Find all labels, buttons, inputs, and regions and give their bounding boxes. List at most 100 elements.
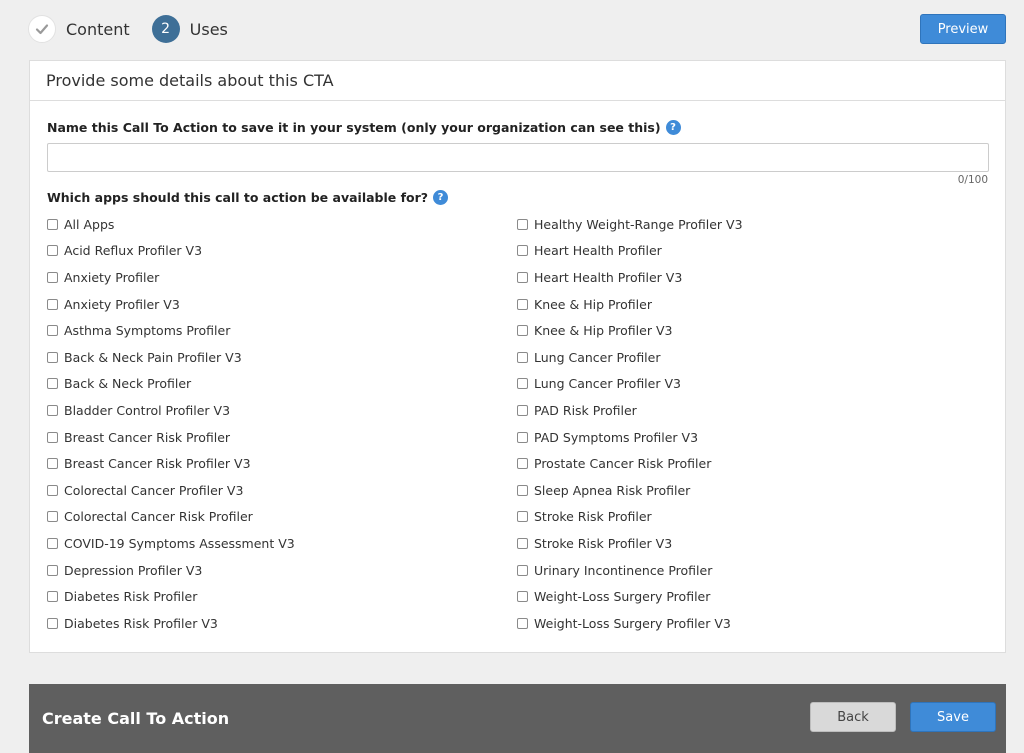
save-button[interactable]: Save	[910, 702, 996, 732]
app-checkbox[interactable]	[47, 245, 58, 257]
app-checkbox[interactable]	[47, 511, 58, 523]
app-checkbox[interactable]	[517, 271, 528, 283]
app-option[interactable]: Heart Health Profiler V3	[517, 264, 987, 291]
step-uses[interactable]: 2 Uses	[151, 15, 228, 43]
app-option[interactable]: Colorectal Cancer Risk Profiler	[47, 504, 517, 531]
app-checkbox[interactable]	[517, 591, 528, 603]
card-title: Provide some details about this CTA	[30, 61, 1005, 101]
app-option[interactable]: All Apps	[47, 211, 517, 238]
app-option[interactable]: Heart Health Profiler	[517, 238, 987, 265]
char-counter: 0/100	[957, 174, 988, 186]
app-option[interactable]: Breast Cancer Risk Profiler V3	[47, 450, 517, 477]
help-icon[interactable]: ?	[433, 190, 449, 205]
app-option[interactable]: Stroke Risk Profiler	[517, 504, 987, 531]
app-option-label: Heart Health Profiler V3	[534, 269, 683, 285]
app-option-label: Stroke Risk Profiler	[534, 509, 652, 525]
app-option[interactable]: Knee & Hip Profiler V3	[517, 317, 987, 344]
app-option-label: COVID-19 Symptoms Assessment V3	[64, 535, 295, 551]
app-checkbox[interactable]	[517, 325, 528, 337]
app-checkbox[interactable]	[517, 511, 528, 523]
app-option[interactable]: Colorectal Cancer Profiler V3	[47, 477, 517, 504]
help-icon[interactable]: ?	[665, 120, 681, 135]
app-checkbox[interactable]	[47, 325, 58, 337]
app-checkbox[interactable]	[47, 378, 58, 390]
name-field-label: Name this Call To Action to save it in y…	[47, 120, 681, 135]
app-option[interactable]: Diabetes Risk Profiler V3	[47, 610, 517, 637]
app-option-label: Knee & Hip Profiler V3	[534, 323, 673, 339]
app-option-label: Asthma Symptoms Profiler	[64, 323, 231, 339]
app-option[interactable]: Lung Cancer Profiler V3	[517, 371, 987, 398]
app-option[interactable]: Lung Cancer Profiler	[517, 344, 987, 371]
app-option-label: Sleep Apnea Risk Profiler	[534, 482, 691, 498]
app-option-label: Back & Neck Pain Profiler V3	[64, 349, 242, 365]
app-checkbox[interactable]	[47, 564, 58, 576]
app-option-label: Urinary Incontinence Profiler	[534, 562, 713, 578]
app-checkbox[interactable]	[517, 617, 528, 629]
app-checkbox[interactable]	[517, 431, 528, 443]
app-option[interactable]: Anxiety Profiler V3	[47, 291, 517, 318]
app-checkbox[interactable]	[517, 458, 528, 470]
app-checkbox[interactable]	[517, 484, 528, 496]
app-option-label: PAD Risk Profiler	[534, 402, 637, 418]
app-checkbox[interactable]	[517, 298, 528, 310]
checkmark-icon	[35, 24, 49, 35]
apps-field-label-text: Which apps should this call to action be…	[47, 190, 429, 205]
app-option[interactable]: Diabetes Risk Profiler	[47, 583, 517, 610]
app-option[interactable]: PAD Risk Profiler	[517, 397, 987, 424]
app-option[interactable]: Back & Neck Pain Profiler V3	[47, 344, 517, 371]
app-option-label: All Apps	[64, 216, 115, 232]
app-option[interactable]: Weight-Loss Surgery Profiler	[517, 583, 987, 610]
app-option[interactable]: Bladder Control Profiler V3	[47, 397, 517, 424]
app-checkbox[interactable]	[47, 617, 58, 629]
app-checkbox[interactable]	[517, 564, 528, 576]
app-checkbox[interactable]	[47, 591, 58, 603]
app-option[interactable]: Back & Neck Profiler	[47, 371, 517, 398]
app-option[interactable]: Urinary Incontinence Profiler	[517, 557, 987, 584]
app-option[interactable]: Weight-Loss Surgery Profiler V3	[517, 610, 987, 637]
app-option-label: Stroke Risk Profiler V3	[534, 535, 673, 551]
app-checkbox[interactable]	[47, 218, 58, 230]
app-option[interactable]: Prostate Cancer Risk Profiler	[517, 450, 987, 477]
app-checkbox[interactable]	[517, 245, 528, 257]
app-checkbox[interactable]	[517, 218, 528, 230]
app-option-label: Knee & Hip Profiler	[534, 296, 652, 312]
footer-title: Create Call To Action	[42, 709, 230, 728]
step-label: Content	[66, 19, 130, 39]
app-option[interactable]: Knee & Hip Profiler	[517, 291, 987, 318]
apps-field-label: Which apps should this call to action be…	[47, 190, 449, 205]
app-option[interactable]: Breast Cancer Risk Profiler	[47, 424, 517, 451]
app-checkbox[interactable]	[47, 458, 58, 470]
details-card: Provide some details about this CTA Name…	[29, 60, 1006, 653]
app-checkbox[interactable]	[517, 378, 528, 390]
app-checkbox[interactable]	[47, 537, 58, 549]
step-label: Uses	[189, 19, 228, 39]
app-option-label: Diabetes Risk Profiler	[64, 589, 198, 605]
app-option-label: Heart Health Profiler	[534, 243, 662, 259]
app-checkbox[interactable]	[517, 351, 528, 363]
app-option[interactable]: Acid Reflux Profiler V3	[47, 238, 517, 265]
app-checkbox[interactable]	[47, 351, 58, 363]
app-option[interactable]: Sleep Apnea Risk Profiler	[517, 477, 987, 504]
app-option-label: Weight-Loss Surgery Profiler	[534, 589, 711, 605]
apps-column-left: All Apps Acid Reflux Profiler V3 Anxiety P…	[47, 211, 517, 637]
preview-button[interactable]: Preview	[920, 14, 1006, 44]
app-checkbox[interactable]	[47, 404, 58, 416]
app-option[interactable]: Healthy Weight-Range Profiler V3	[517, 211, 987, 238]
app-checkbox[interactable]	[517, 404, 528, 416]
app-checkbox[interactable]	[47, 298, 58, 310]
app-checkbox[interactable]	[47, 271, 58, 283]
app-checkbox[interactable]	[47, 431, 58, 443]
app-option[interactable]: Asthma Symptoms Profiler	[47, 317, 517, 344]
app-checkbox[interactable]	[517, 537, 528, 549]
app-option[interactable]: Anxiety Profiler	[47, 264, 517, 291]
app-option[interactable]: PAD Symptoms Profiler V3	[517, 424, 987, 451]
app-option[interactable]: Stroke Risk Profiler V3	[517, 530, 987, 557]
app-option[interactable]: COVID-19 Symptoms Assessment V3	[47, 530, 517, 557]
app-option[interactable]: Depression Profiler V3	[47, 557, 517, 584]
app-checkbox[interactable]	[47, 484, 58, 496]
back-button[interactable]: Back	[810, 702, 896, 732]
app-option-label: Weight-Loss Surgery Profiler V3	[534, 615, 731, 631]
cta-name-input[interactable]	[47, 143, 989, 172]
app-option-label: Acid Reflux Profiler V3	[64, 243, 203, 259]
step-content[interactable]: Content	[28, 15, 130, 43]
